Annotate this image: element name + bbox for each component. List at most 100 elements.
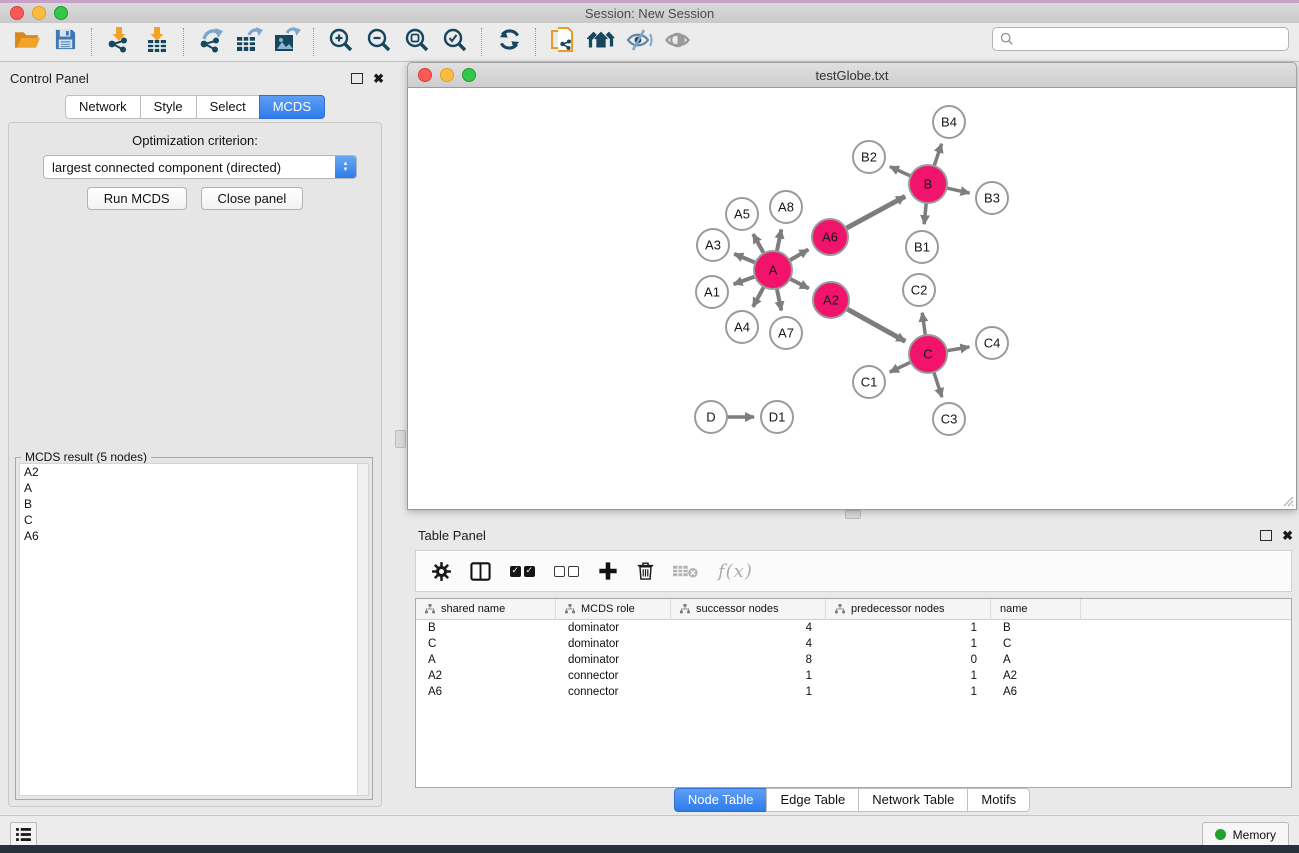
mcds-result-item[interactable]: C bbox=[20, 512, 368, 528]
import-table-button[interactable] bbox=[138, 26, 176, 58]
close-network-window-button[interactable] bbox=[418, 68, 432, 82]
edge-C-C3[interactable] bbox=[934, 371, 942, 397]
clone-network-button[interactable] bbox=[544, 26, 582, 58]
export-table-button[interactable] bbox=[230, 26, 268, 58]
mcds-result-item[interactable]: A bbox=[20, 480, 368, 496]
mcds-list-scrollbar[interactable] bbox=[357, 464, 368, 795]
column-header-shared-name[interactable]: shared name bbox=[416, 599, 556, 620]
node-A5[interactable]: A5 bbox=[726, 198, 758, 230]
edge-A6-B[interactable] bbox=[845, 196, 905, 229]
edge-A-A8[interactable] bbox=[777, 230, 782, 253]
zoom-window-button[interactable] bbox=[54, 6, 68, 20]
edge-A-A1[interactable] bbox=[734, 276, 756, 284]
tab-style[interactable]: Style bbox=[140, 95, 197, 119]
node-A3[interactable]: A3 bbox=[697, 229, 729, 261]
show-panels-button[interactable] bbox=[10, 822, 37, 847]
edge-C-C2[interactable] bbox=[922, 313, 925, 336]
edge-B-B1[interactable] bbox=[924, 202, 926, 224]
memory-button[interactable]: Memory bbox=[1202, 822, 1289, 847]
edge-B-B4[interactable] bbox=[934, 144, 942, 167]
node-B3[interactable]: B3 bbox=[976, 182, 1008, 214]
deselect-all-columns-icon[interactable] bbox=[554, 566, 579, 577]
table-row[interactable]: A6connector11A6 bbox=[416, 684, 1291, 700]
node-table[interactable]: shared nameMCDS rolesuccessor nodesprede… bbox=[415, 598, 1292, 788]
mcds-result-list[interactable]: A2ABCA6 bbox=[19, 463, 369, 796]
edge-A-A5[interactable] bbox=[753, 234, 764, 254]
import-network-button[interactable] bbox=[100, 26, 138, 58]
zoom-fit-button[interactable] bbox=[398, 26, 436, 58]
zoom-selected-button[interactable] bbox=[436, 26, 474, 58]
settings-gear-icon[interactable] bbox=[432, 562, 451, 581]
edge-C-C1[interactable] bbox=[890, 362, 912, 372]
minimize-window-button[interactable] bbox=[32, 6, 46, 20]
criterion-select[interactable]: largest connected component (directed) ▲… bbox=[43, 155, 357, 179]
open-file-button[interactable] bbox=[8, 26, 46, 58]
zoom-out-button[interactable] bbox=[360, 26, 398, 58]
close-panel-button[interactable]: Close panel bbox=[201, 187, 304, 210]
node-C4[interactable]: C4 bbox=[976, 327, 1008, 359]
tab-motifs[interactable]: Motifs bbox=[967, 788, 1030, 812]
delete-table-icon[interactable] bbox=[673, 563, 699, 579]
float-table-panel-icon[interactable] bbox=[1260, 530, 1272, 541]
function-builder-icon[interactable]: f(x) bbox=[718, 561, 753, 582]
node-A6[interactable]: A6 bbox=[812, 219, 848, 255]
zoom-in-button[interactable] bbox=[322, 26, 360, 58]
column-header-MCDS-role[interactable]: MCDS role bbox=[556, 599, 671, 620]
node-A8[interactable]: A8 bbox=[770, 191, 802, 223]
close-window-button[interactable] bbox=[10, 6, 24, 20]
node-A1[interactable]: A1 bbox=[696, 276, 728, 308]
save-session-button[interactable] bbox=[46, 26, 84, 58]
home-layout-button[interactable] bbox=[582, 26, 620, 58]
node-A7[interactable]: A7 bbox=[770, 317, 802, 349]
tab-mcds[interactable]: MCDS bbox=[259, 95, 325, 119]
delete-columns-icon[interactable] bbox=[637, 561, 654, 581]
tab-edge-table[interactable]: Edge Table bbox=[766, 788, 859, 812]
column-header-successor-nodes[interactable]: successor nodes bbox=[671, 599, 826, 620]
run-mcds-button[interactable]: Run MCDS bbox=[87, 187, 187, 210]
node-B[interactable]: B bbox=[909, 165, 947, 203]
edge-A-A7[interactable] bbox=[777, 288, 782, 311]
mcds-result-item[interactable]: B bbox=[20, 496, 368, 512]
node-B2[interactable]: B2 bbox=[853, 141, 885, 173]
table-row[interactable]: Cdominator41C bbox=[416, 636, 1291, 652]
export-image-button[interactable] bbox=[268, 26, 306, 58]
zoom-network-window-button[interactable] bbox=[462, 68, 476, 82]
node-A[interactable]: A bbox=[754, 251, 792, 289]
edge-B-B3[interactable] bbox=[946, 188, 970, 193]
mcds-result-item[interactable]: A2 bbox=[20, 464, 368, 480]
network-canvas[interactable]: A B C A6 A2 A1 A3 A4 A5 A7 A8 B1 B2 B3 B4 C1 C2 C3 C4 D D1 bbox=[407, 88, 1297, 510]
node-A4[interactable]: A4 bbox=[726, 311, 758, 343]
close-table-panel-icon[interactable]: ✖ bbox=[1282, 529, 1293, 542]
float-panel-icon[interactable] bbox=[351, 73, 363, 84]
node-C3[interactable]: C3 bbox=[933, 403, 965, 435]
node-A2[interactable]: A2 bbox=[813, 282, 849, 318]
edge-A-A4[interactable] bbox=[753, 286, 764, 307]
vertical-divider-handle[interactable] bbox=[395, 430, 406, 448]
column-header-name[interactable]: name bbox=[991, 599, 1081, 620]
tab-select[interactable]: Select bbox=[196, 95, 260, 119]
node-B1[interactable]: B1 bbox=[906, 231, 938, 263]
edge-C-C4[interactable] bbox=[946, 347, 970, 351]
node-C2[interactable]: C2 bbox=[903, 274, 935, 306]
edge-B-B2[interactable] bbox=[890, 167, 912, 177]
column-header-predecessor-nodes[interactable]: predecessor nodes bbox=[826, 599, 991, 620]
minimize-network-window-button[interactable] bbox=[440, 68, 454, 82]
network-graph[interactable]: A B C A6 A2 A1 A3 A4 A5 A7 A8 B1 B2 B3 B4 C1 C2 C3 C4 D D1 bbox=[408, 88, 1296, 508]
node-D1[interactable]: D1 bbox=[761, 401, 793, 433]
edge-A-A6[interactable] bbox=[789, 250, 809, 261]
node-C1[interactable]: C1 bbox=[853, 366, 885, 398]
horizontal-divider-handle[interactable] bbox=[845, 510, 861, 519]
node-D[interactable]: D bbox=[695, 401, 727, 433]
split-view-icon[interactable] bbox=[470, 562, 491, 581]
edge-A-A2[interactable] bbox=[789, 278, 809, 288]
table-row[interactable]: Bdominator41B bbox=[416, 620, 1291, 636]
node-C[interactable]: C bbox=[909, 335, 947, 373]
add-column-icon[interactable] bbox=[598, 561, 618, 581]
table-row[interactable]: A2connector11A2 bbox=[416, 668, 1291, 684]
search-input[interactable] bbox=[1018, 29, 1288, 49]
close-panel-icon[interactable]: ✖ bbox=[373, 72, 384, 85]
refresh-layout-button[interactable] bbox=[490, 26, 528, 58]
node-B4[interactable]: B4 bbox=[933, 106, 965, 138]
select-all-columns-icon[interactable] bbox=[510, 566, 535, 577]
tab-node-table[interactable]: Node Table bbox=[674, 788, 768, 812]
